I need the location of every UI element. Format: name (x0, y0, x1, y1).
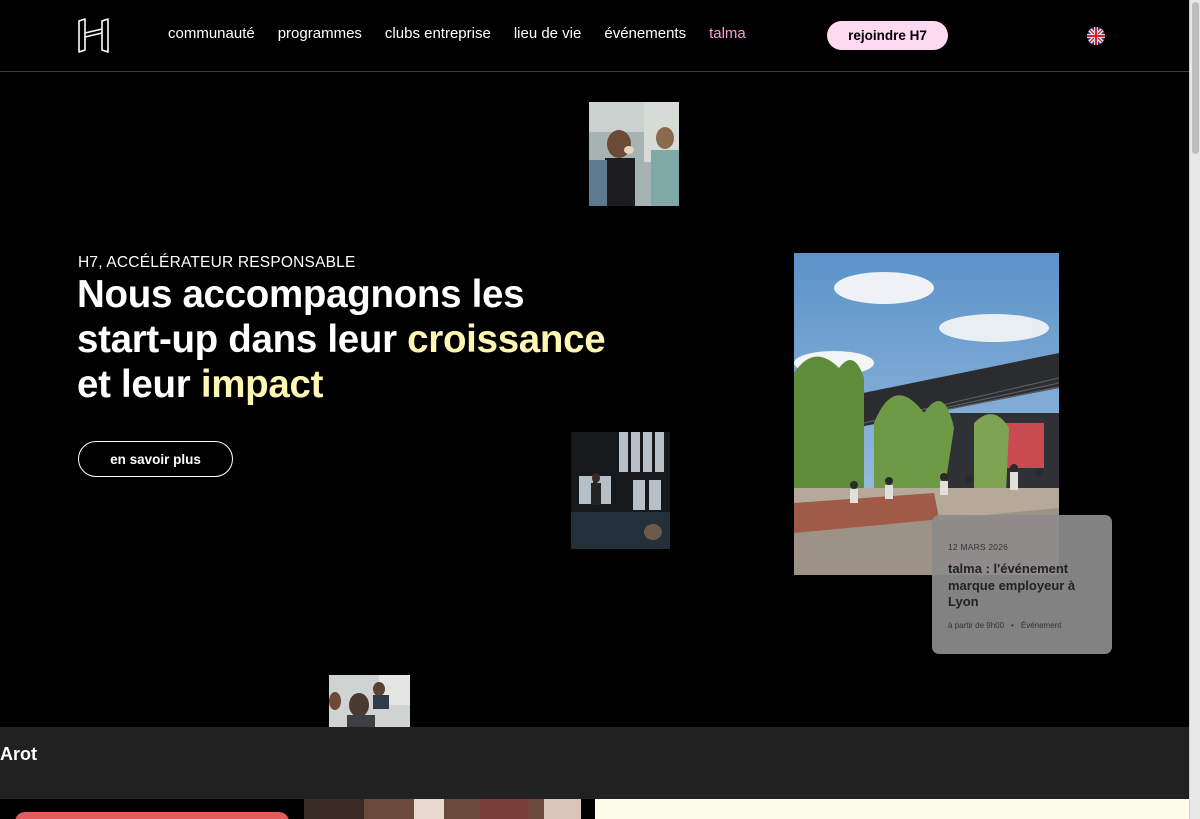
event-card[interactable]: 12 MARS 2026 talma : l'événement marque … (932, 515, 1112, 654)
headline-highlight-croissance: croissance (407, 318, 606, 361)
main-nav: communauté programmes clubs entreprise l… (168, 25, 746, 42)
join-button[interactable]: rejoindre H7 (827, 21, 948, 50)
event-date: 12 MARS 2026 (948, 542, 1009, 552)
event-category: Événement (1020, 621, 1062, 630)
nav-programmes[interactable]: programmes (278, 25, 362, 42)
site-header: communauté programmes clubs entreprise l… (0, 0, 1189, 72)
event-title[interactable]: talma : l'événement marque employeur à L… (948, 561, 1096, 611)
partner-logo: Arot (0, 744, 37, 764)
uk-flag-icon[interactable] (1087, 27, 1105, 45)
headline-line-2: start-up dans leur (77, 318, 408, 361)
nav-clubs-entreprise[interactable]: clubs entreprise (385, 25, 491, 42)
nav-communaute[interactable]: communauté (168, 25, 255, 42)
bottom-photo-strip (304, 799, 581, 819)
nav-lieu-de-vie[interactable]: lieu de vie (514, 25, 582, 42)
bottom-card-red (15, 812, 289, 819)
community-photo-top (589, 102, 679, 206)
headline-highlight-impact: impact (200, 363, 324, 406)
nav-talma[interactable]: talma (709, 25, 746, 42)
event-separator: • (1011, 621, 1014, 630)
h7-logo-icon[interactable] (77, 17, 110, 54)
headline-line-3: et leur (77, 363, 201, 406)
scrollbar-thumb[interactable] (1192, 2, 1199, 154)
hero-headline: Nous accompagnons les start-up dans leur… (77, 272, 606, 407)
bottom-card-cream (595, 799, 1189, 819)
event-time: à partir de 9h00 (948, 621, 1005, 630)
headline-line-1: Nous accompagnons les (77, 273, 525, 316)
community-photo-hall (571, 432, 670, 549)
nav-evenements[interactable]: événements (604, 25, 686, 42)
hero-eyebrow: H7, ACCÉLÉRATEUR RESPONSABLE (78, 254, 356, 271)
community-photo-meeting (329, 675, 410, 727)
scrollbar[interactable] (1189, 0, 1200, 819)
event-meta: à partir de 9h00 • Événement (948, 621, 1061, 630)
partners-band: Arot (0, 727, 1189, 799)
learn-more-button[interactable]: en savoir plus (78, 441, 233, 477)
